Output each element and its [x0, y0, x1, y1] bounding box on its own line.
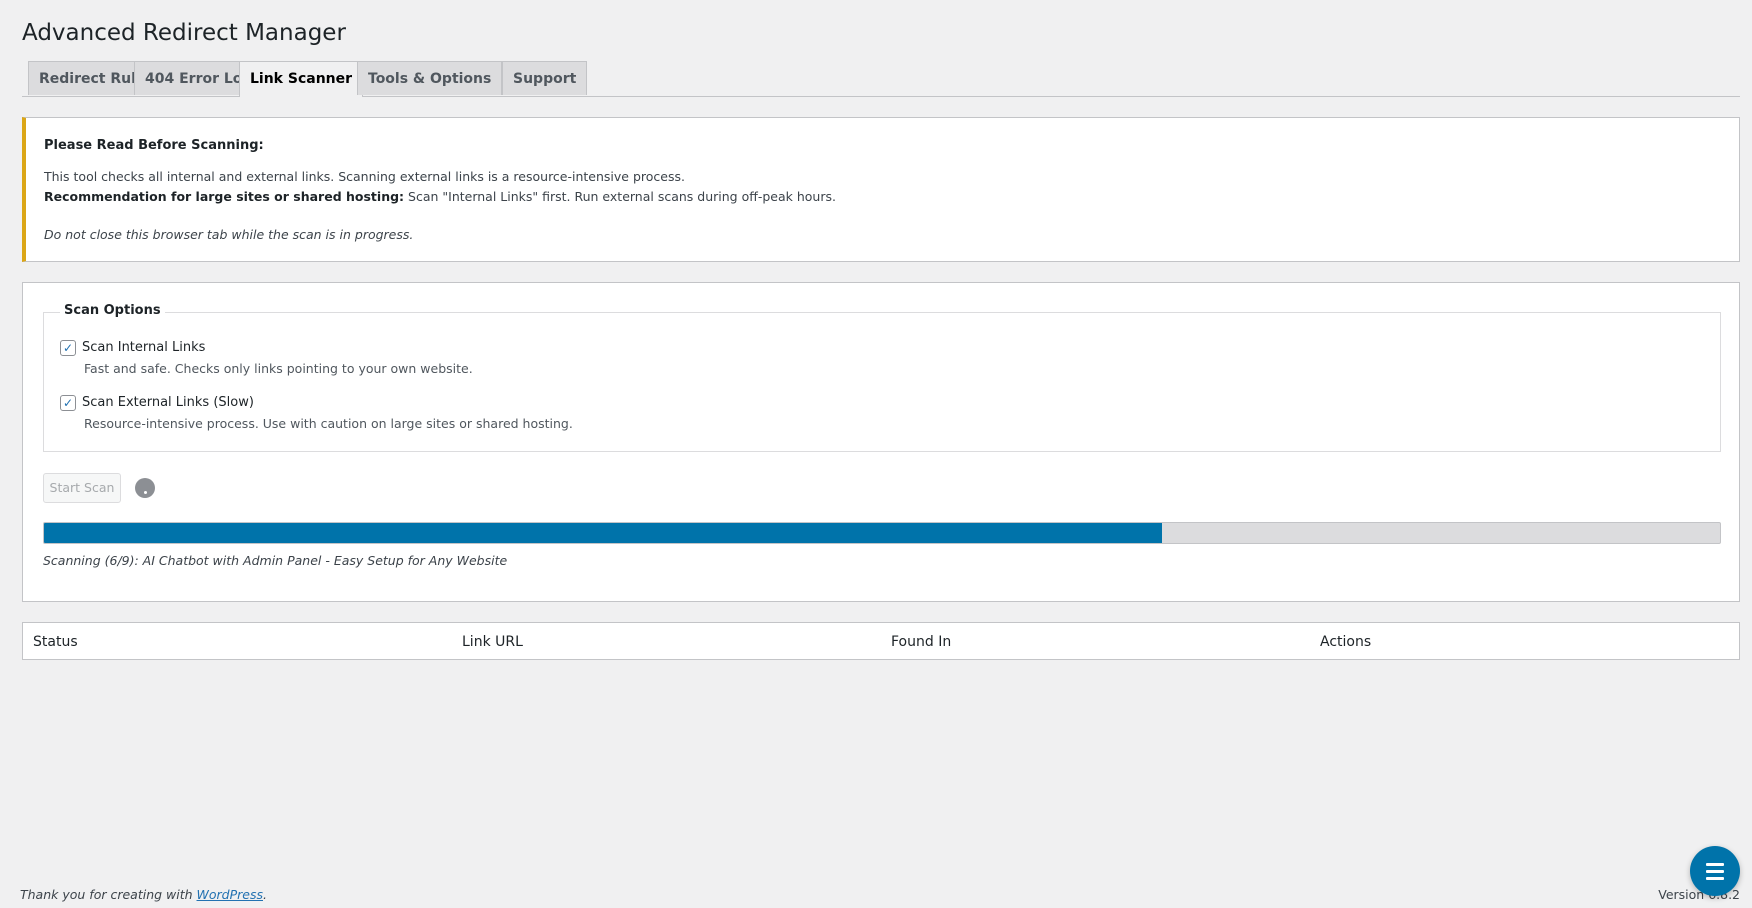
internal-checkbox[interactable]: ✓: [60, 340, 76, 356]
footer-thanks-prefix: Thank you for creating with: [20, 887, 197, 902]
scan-status: Scanning (6/9): AI Chatbot with Admin Pa…: [43, 553, 508, 568]
col-actions: Actions: [1320, 634, 1372, 650]
nav-tabs: Redirect Rules 404 Error Log Link Scanne…: [22, 61, 1740, 97]
recommendation-label: Recommendation for large sites or shared…: [44, 189, 405, 204]
footer-thanks-suffix: .: [263, 887, 267, 902]
wordpress-link[interactable]: WordPress: [197, 887, 263, 902]
notice-heading: Please Read Before Scanning:: [44, 138, 264, 153]
notice-line: This tool checks all internal and extern…: [44, 169, 685, 184]
external-checkbox[interactable]: ✓: [60, 395, 76, 411]
scan-options-legend: Scan Options: [60, 303, 165, 318]
check-icon: ✓: [62, 396, 74, 410]
tab-link-scanner[interactable]: Link Scanner: [239, 61, 364, 97]
tab-support[interactable]: Support: [502, 61, 588, 95]
progress-bar: [43, 522, 1721, 544]
scanner-panel: Scan Options ✓ Scan Internal Links Fast …: [22, 282, 1740, 602]
scan-options-fieldset: Scan Options ✓ Scan Internal Links Fast …: [43, 303, 1721, 452]
page-title: Advanced Redirect Manager: [22, 20, 346, 46]
progress-fill: [44, 523, 1162, 543]
spinner-icon: [135, 478, 155, 498]
start-scan-button[interactable]: Start Scan: [43, 473, 121, 503]
results-table: Status Link URL Found In Actions: [22, 622, 1740, 660]
check-icon: ✓: [62, 341, 74, 355]
col-found-in: Found In: [891, 634, 952, 650]
tab-tools-options[interactable]: Tools & Options: [357, 61, 503, 95]
menu-fab-button[interactable]: [1690, 846, 1740, 896]
notice-recommendation: Recommendation for large sites or shared…: [44, 189, 836, 204]
recommendation-text: Scan "Internal Links" first. Run externa…: [404, 189, 836, 204]
col-status: Status: [33, 634, 78, 650]
scan-notice: Please Read Before Scanning: This tool c…: [22, 117, 1740, 262]
external-label[interactable]: Scan External Links (Slow): [82, 395, 254, 410]
external-desc: Resource-intensive process. Use with cau…: [84, 416, 573, 431]
notice-warning: Do not close this browser tab while the …: [44, 227, 414, 242]
internal-desc: Fast and safe. Checks only links pointin…: [84, 361, 473, 376]
col-link-url: Link URL: [462, 634, 523, 650]
footer-thanks: Thank you for creating with WordPress.: [20, 887, 267, 902]
internal-label[interactable]: Scan Internal Links: [82, 340, 205, 355]
